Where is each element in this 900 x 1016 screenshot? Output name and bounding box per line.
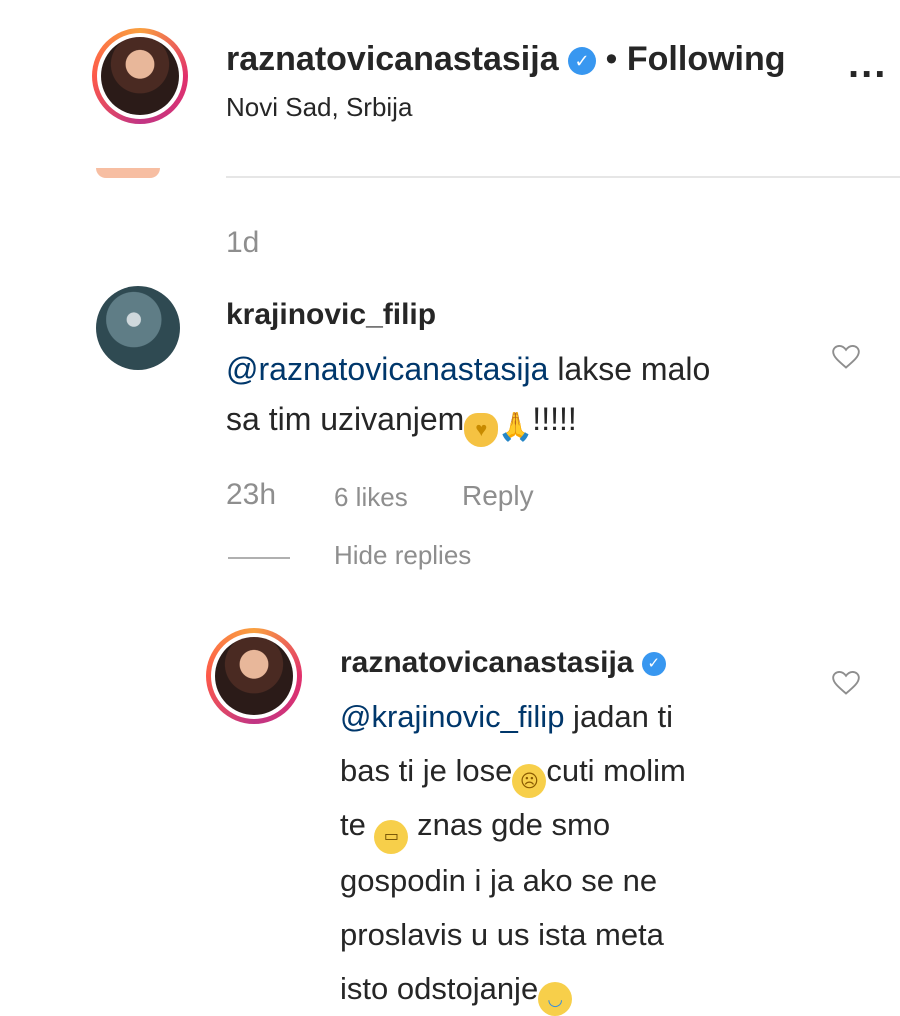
header-divider [226, 176, 900, 178]
previous-comment-avatar-edge [96, 168, 160, 178]
verified-badge-icon: ✓ [641, 652, 666, 677]
comment-text: @raznatovicanastasija lakse malo sa tim … [226, 344, 806, 447]
reply-username[interactable]: raznatovicanastasija [340, 646, 633, 679]
header-username[interactable]: raznatovicanastasija [226, 40, 559, 78]
tears-of-joy-emoji: ◡ [538, 982, 573, 1016]
verified-badge-icon: ✓ [568, 47, 597, 76]
reply-line4: gospodin i ja ako se ne [340, 863, 658, 898]
reply-line6: isto odstojanje [340, 971, 539, 1006]
folded-hands-emoji: 🙏 [498, 411, 534, 442]
reply-line1: jadan ti [564, 699, 674, 734]
replies-line [228, 557, 290, 559]
heart-outline-icon[interactable] [832, 344, 860, 370]
reply-line3b: znas gde smo [408, 807, 611, 842]
comment-text-suffix: !!!!! [532, 401, 577, 437]
reply-button[interactable]: Reply [462, 480, 534, 512]
comment-text-line1: lakse malo [548, 351, 711, 387]
hide-replies-button[interactable]: Hide replies [334, 540, 471, 571]
reply-text: @krajinovic_filip jadan ti bas ti je los… [340, 690, 810, 1016]
reply-line3a: te [340, 807, 375, 842]
previous-comment-time: 1d [226, 226, 260, 259]
comment-mention[interactable]: @raznatovicanastasija [226, 351, 548, 387]
sad-face-emoji: ☹ [512, 764, 547, 798]
yellow-heart-emoji: ♥ [464, 413, 499, 447]
following-button[interactable]: Following [627, 40, 786, 78]
comment-likes[interactable]: 6 likes [334, 482, 408, 513]
comment-time: 23h [226, 478, 277, 511]
header-avatar[interactable] [92, 28, 188, 124]
post-header: raznatovicanastasija ✓ • Following Novi … [0, 0, 900, 175]
reply-mention[interactable]: @krajinovic_filip [340, 699, 564, 734]
comment-text-line2: sa tim uzivanjem [226, 401, 465, 437]
reply-avatar[interactable] [206, 628, 302, 724]
grimacing-face-emoji: ▭ [374, 820, 409, 854]
more-options-icon[interactable]: ... [848, 42, 887, 87]
comment-avatar[interactable] [96, 286, 180, 370]
post-location[interactable]: Novi Sad, Srbija [226, 92, 412, 123]
heart-outline-icon[interactable] [832, 670, 860, 696]
header-dot: • [605, 40, 618, 78]
reply-line2a: bas ti je lose [340, 753, 513, 788]
comment-username[interactable]: krajinovic_filip [226, 298, 436, 332]
reply-line5: proslavis u us ista meta [340, 917, 664, 952]
reply-line2b: cuti molim [546, 753, 686, 788]
